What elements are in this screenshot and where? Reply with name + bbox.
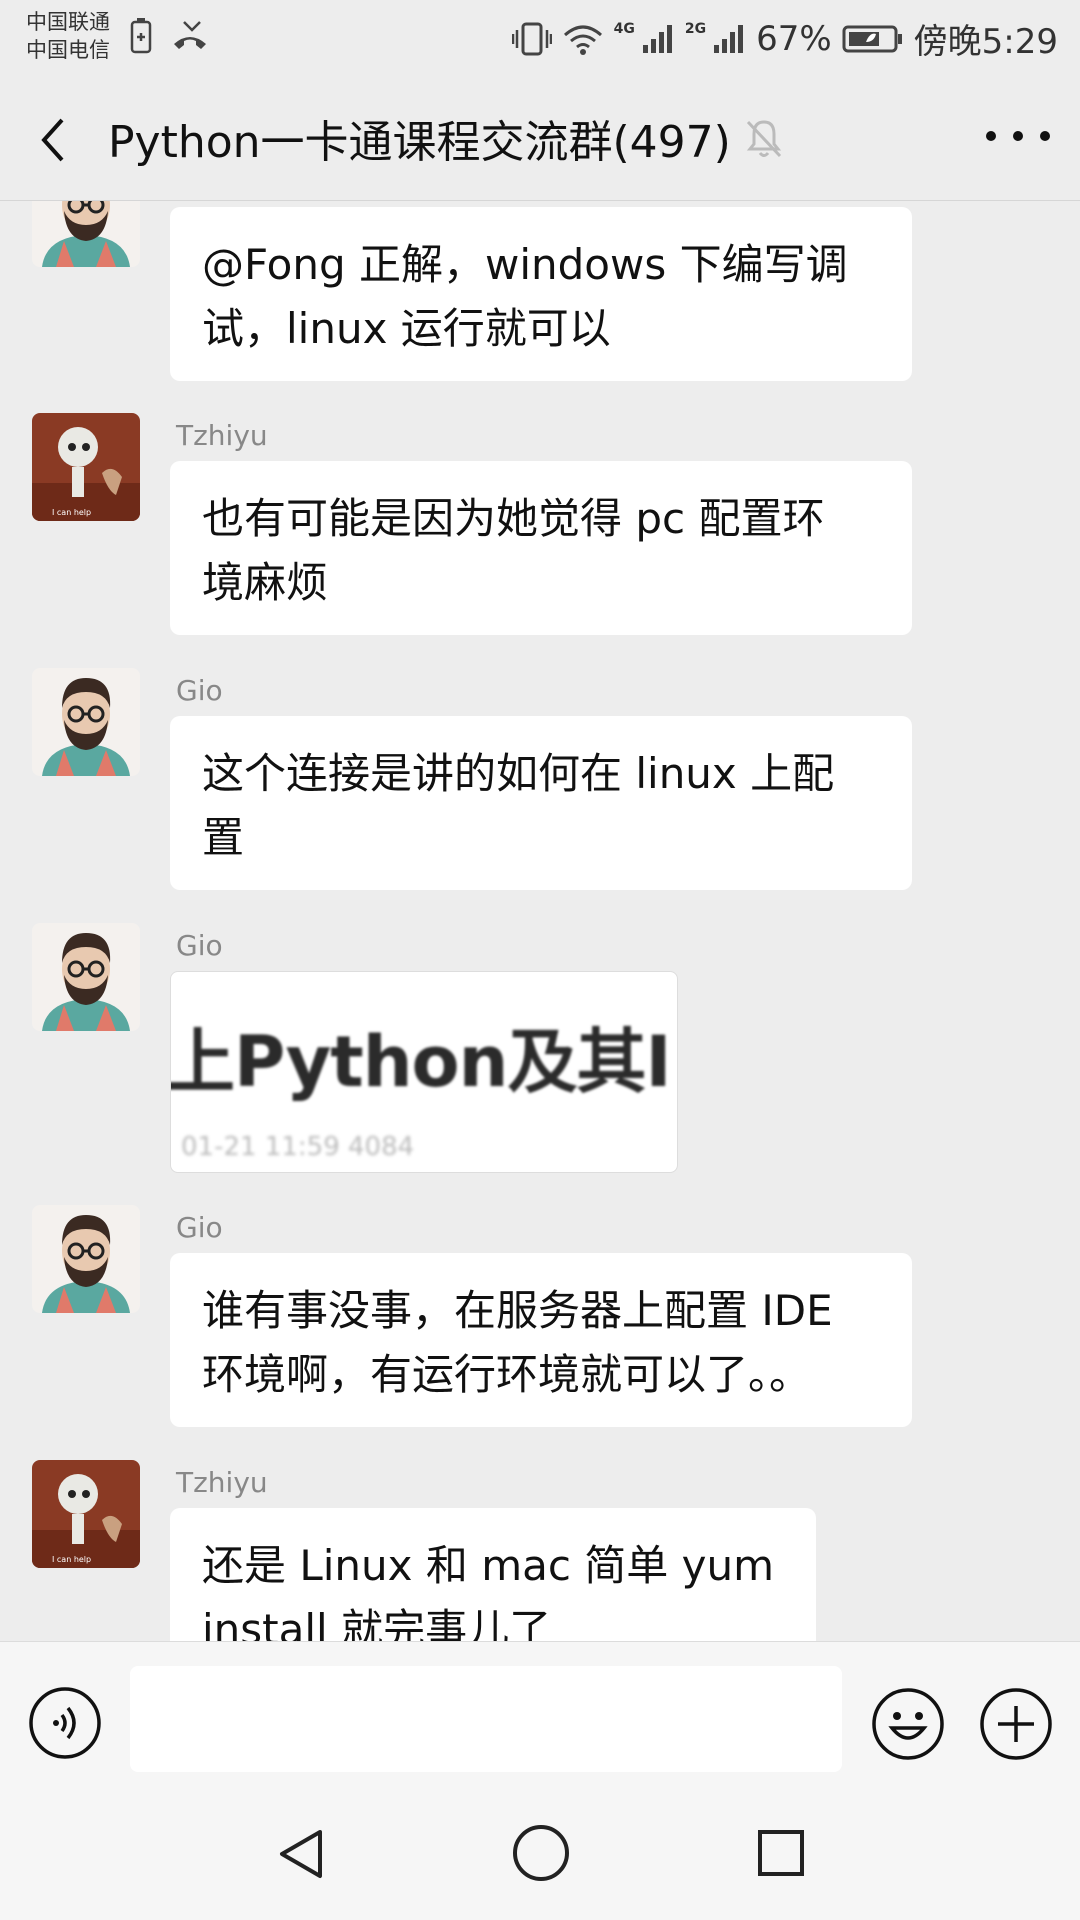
- mute-bell-icon: [742, 116, 786, 160]
- missed-call-icon: [174, 21, 206, 49]
- nav-recent-apps-button[interactable]: [752, 1824, 810, 1882]
- message-line: 谁有事没事，在服务器上配置 IDE: [202, 1286, 833, 1335]
- sender-name: Tzhiyu: [176, 1466, 268, 1499]
- circle-home-icon: [513, 1825, 569, 1881]
- svg-text:I can help: I can help: [52, 508, 91, 517]
- more-functions-button[interactable]: [978, 1686, 1054, 1762]
- clock: 傍晚5:29: [913, 22, 1058, 62]
- plus-circle-icon: [980, 1688, 1052, 1760]
- sender-name: Gio: [176, 674, 223, 707]
- bearded-man-avatar-icon: [32, 668, 140, 776]
- dot-icon: [986, 131, 996, 141]
- sender-name: Gio: [176, 929, 223, 962]
- vibrate-icon: [511, 22, 552, 55]
- avatar[interactable]: I can help: [32, 1460, 140, 1568]
- message-line: 置: [202, 813, 245, 862]
- signal-1-icon: [642, 24, 672, 53]
- status-right: 4G 2G 67% 傍晚5:29: [511, 14, 1058, 63]
- message-input[interactable]: [130, 1666, 842, 1772]
- message-line: install 就完事儿了: [202, 1605, 552, 1641]
- sender-name: Gio: [176, 1211, 223, 1244]
- sender-name: Tzhiyu: [176, 419, 268, 452]
- network-4g-label: 4G: [613, 20, 635, 37]
- message-line: 环境啊，有运行环境就可以了。。: [202, 1350, 812, 1399]
- dot-icon: [1013, 131, 1023, 141]
- message-bubble[interactable]: 这个连接是讲的如何在 linux 上配 置: [170, 716, 912, 890]
- message-line: 这个连接是讲的如何在 linux 上配: [202, 749, 835, 798]
- network-2g-label: 2G: [684, 20, 707, 37]
- back-button[interactable]: [30, 110, 80, 170]
- carrier-1: 中国联通: [26, 10, 110, 34]
- message-line: 也有可能是因为她觉得 pc 配置环: [202, 494, 825, 543]
- battery-saver-icon: [130, 18, 152, 54]
- title-bar: Python一卡通课程交流群(497): [0, 80, 1080, 201]
- robot-avatar-icon: I can help: [32, 413, 140, 521]
- avatar[interactable]: [32, 1205, 140, 1313]
- status-bar: 中国联通 中国电信 4G 2G 67% 傍晚5:29: [0, 0, 1080, 80]
- avatar[interactable]: [32, 668, 140, 776]
- message-bubble[interactable]: @Fong 正解，windows 下编写调 试，linux 运行就可以: [170, 207, 912, 381]
- image-caption-text: 上Python及其I: [170, 1021, 671, 1103]
- dot-icon: [1040, 131, 1050, 141]
- message-bubble[interactable]: 也有可能是因为她觉得 pc 配置环 境麻烦: [170, 461, 912, 635]
- status-left-icons: [130, 18, 210, 54]
- carrier-2: 中国电信: [26, 38, 110, 62]
- avatar[interactable]: [32, 201, 140, 267]
- bearded-man-avatar-icon: [32, 201, 140, 267]
- message-line: 试，linux 运行就可以: [202, 304, 611, 353]
- image-meta-text: 01-21 11:59 4084: [181, 1132, 415, 1162]
- square-recents-icon: [758, 1830, 804, 1876]
- robot-avatar-icon: I can help: [32, 1460, 140, 1568]
- emoji-button[interactable]: [870, 1686, 946, 1762]
- battery-icon: [842, 25, 902, 52]
- smiley-icon: [872, 1688, 944, 1760]
- voice-icon: [29, 1687, 101, 1759]
- more-options-button[interactable]: [986, 114, 1050, 158]
- carrier-info: 中国联通 中国电信: [26, 8, 110, 64]
- chevron-left-icon: [41, 118, 64, 162]
- message-line: @Fong 正解，windows 下编写调: [202, 240, 848, 289]
- message-bubble[interactable]: 还是 Linux 和 mac 简单 yum install 就完事儿了: [170, 1508, 816, 1641]
- avatar[interactable]: I can help: [32, 413, 140, 521]
- message-list[interactable]: @Fong 正解，windows 下编写调 试，linux 运行就可以 I ca…: [0, 201, 1080, 1641]
- wifi-icon: [563, 25, 602, 55]
- bearded-man-avatar-icon: [32, 1205, 140, 1313]
- avatar[interactable]: [32, 923, 140, 1031]
- triangle-back-icon: [280, 1830, 322, 1878]
- image-message[interactable]: 上Python及其I 01-21 11:59 4084: [170, 971, 678, 1173]
- battery-percent: 67%: [756, 18, 832, 59]
- nav-back-button[interactable]: [272, 1824, 332, 1884]
- input-bar: [0, 1641, 1080, 1792]
- message-line: 还是 Linux 和 mac 简单 yum: [202, 1541, 775, 1590]
- nav-home-button[interactable]: [510, 1822, 572, 1884]
- signal-2-icon: [714, 24, 744, 53]
- system-nav-bar: [0, 1792, 1080, 1920]
- voice-input-button[interactable]: [28, 1686, 102, 1760]
- message-bubble[interactable]: 谁有事没事，在服务器上配置 IDE 环境啊，有运行环境就可以了。。: [170, 1253, 912, 1427]
- svg-text:I can help: I can help: [52, 1555, 91, 1564]
- chat-title: Python一卡通课程交流群(497): [108, 117, 731, 168]
- bearded-man-avatar-icon: [32, 923, 140, 1031]
- message-line: 境麻烦: [202, 558, 329, 607]
